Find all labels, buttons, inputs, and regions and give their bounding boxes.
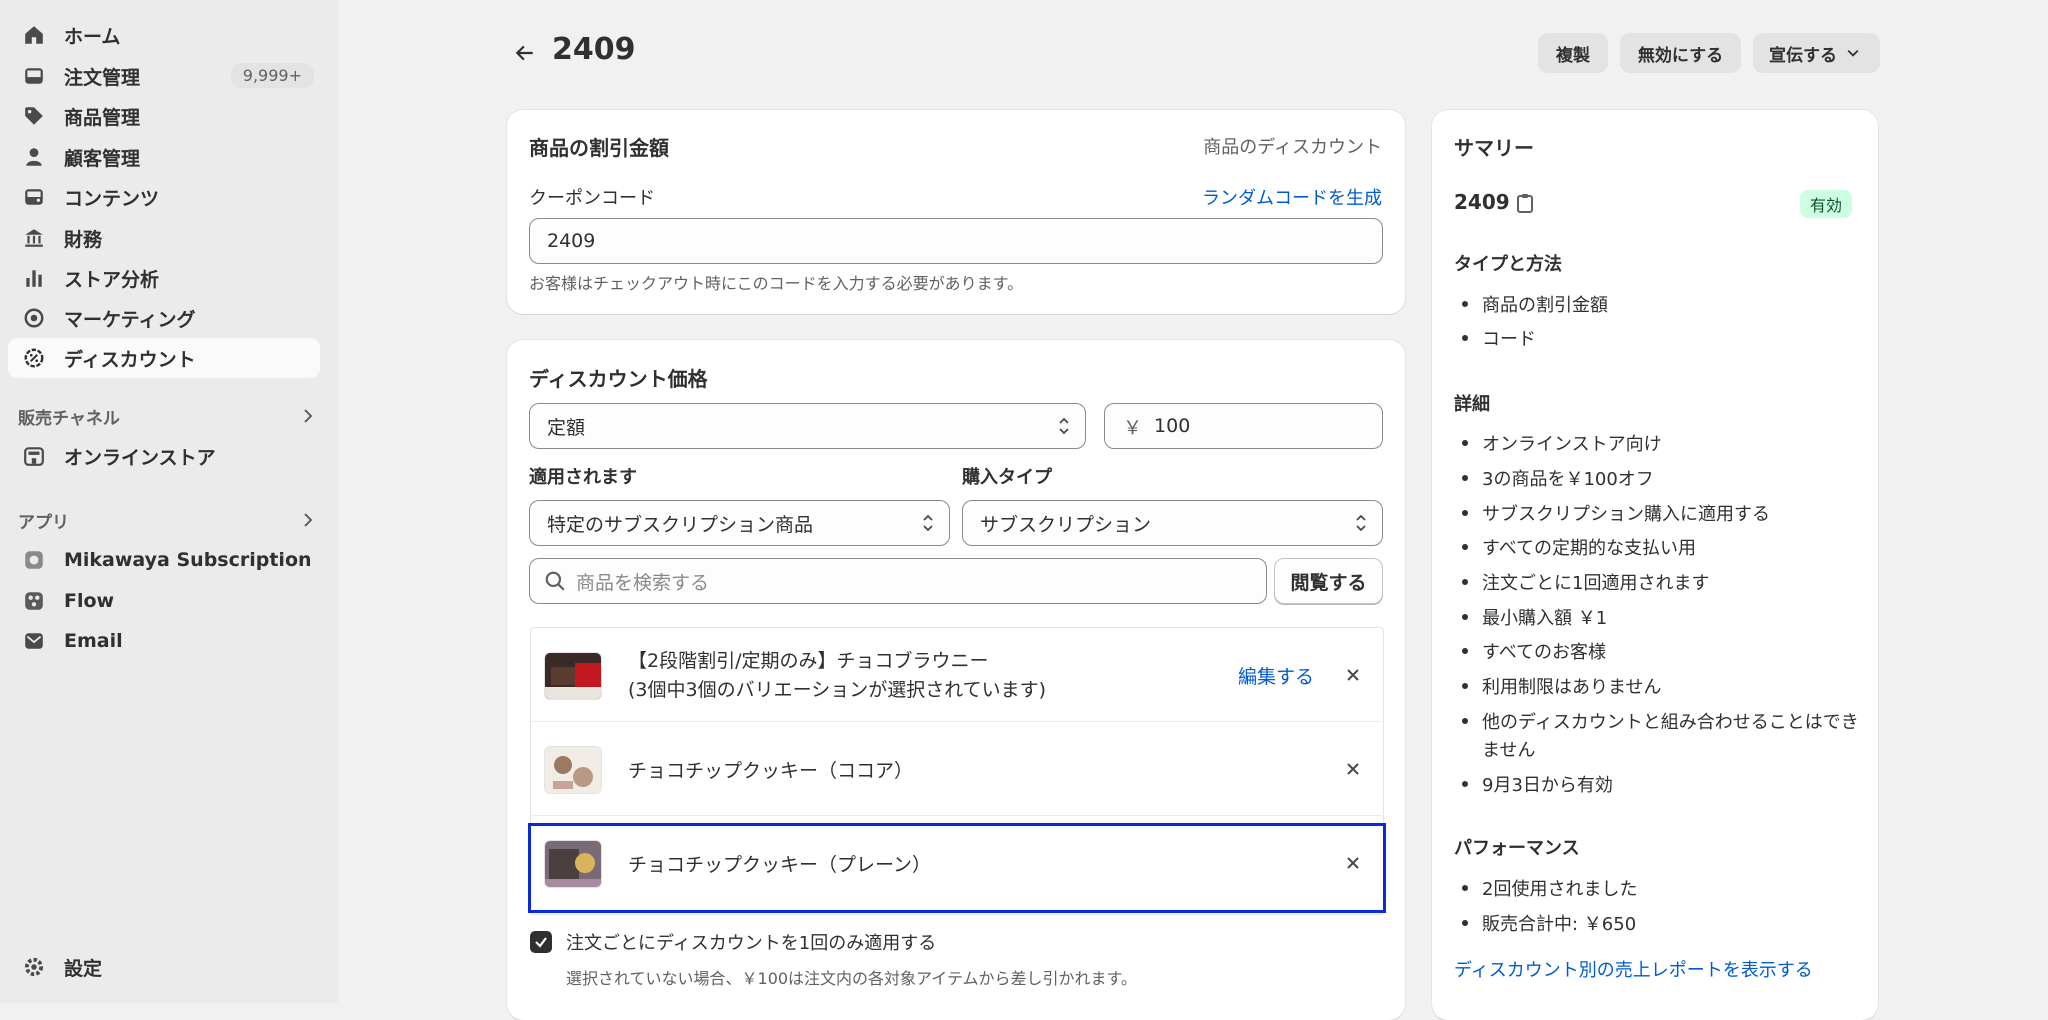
discount-icon [22,346,46,370]
copy-icon[interactable] [1516,192,1536,214]
apps-section[interactable]: アプリ [18,505,318,535]
bank-icon [22,226,46,250]
list-item: コード [1462,325,1536,351]
deactivate-button[interactable]: 無効にする [1620,33,1741,73]
coupon-help-text: お客様はチェックアウト時にこのコードを入力する必要があります。 [529,274,1024,293]
sidebar-item-finance[interactable]: 財務 [8,218,320,258]
remove-product-button[interactable] [1342,664,1364,686]
list-item: 9月3日から有効 [1462,771,1613,797]
variant-info: (3個中3個のバリエーションが選択されています) [628,679,1047,701]
sales-report-link[interactable]: ディスカウント別の売上レポートを表示する [1454,956,1813,982]
sidebar-item-customers[interactable]: 顧客管理 [8,137,320,177]
tag-icon [22,104,46,128]
gear-icon [22,955,46,979]
discount-type-label: 商品のディスカウント [1203,137,1382,158]
sidebar-item-home[interactable]: ホーム [8,15,320,55]
inbox-icon [22,64,46,88]
store-icon [22,444,46,468]
promote-button[interactable]: 宣伝する [1753,33,1880,73]
sidebar-item-analytics[interactable]: ストア分析 [8,258,320,298]
list-item: 商品の割引金額 [1462,291,1608,317]
select-chevron-icon [923,514,933,532]
amount-input[interactable]: ￥ 100 [1104,403,1383,449]
search-icon [545,571,565,591]
list-item: 3の商品を￥100オフ [1462,465,1654,491]
close-icon [1347,763,1359,775]
orders-count-badge: 9,999+ [230,63,314,88]
summary-title: サマリー [1454,136,1534,160]
card-title: 商品の割引金額 [529,136,669,160]
chevron-down-icon [1847,49,1859,57]
sidebar-item-marketing[interactable]: マーケティング [8,298,320,338]
remove-product-button[interactable] [1342,758,1364,780]
product-search-input[interactable]: 商品を検索する [529,558,1267,604]
list-item: 【2段階割引/定期のみ】チョコブラウニー (3個中3個のバリエーションが選択され… [530,628,1382,722]
app-icon [22,548,46,572]
coupon-code-input[interactable]: 2409 [529,218,1383,264]
select-chevron-icon [1059,417,1069,435]
bar-chart-icon [22,266,46,290]
sidebar-item-app-mikawaya[interactable]: Mikawaya Subscription [8,540,320,580]
sidebar-item-app-email[interactable]: Email [8,621,320,661]
performance-heading: パフォーマンス [1454,838,1580,859]
focus-highlight [528,823,1386,913]
edit-product-link[interactable]: 編集する [1238,662,1314,689]
page-title: 2409 [552,32,636,67]
close-icon [1347,669,1359,681]
list-item: サブスクリプション購入に適用する [1462,500,1770,526]
duplicate-button[interactable]: 複製 [1538,33,1608,73]
once-per-order-help: 選択されていない場合、￥100は注文内の各対象アイテムから差し引かれます。 [566,969,1137,988]
product-thumbnail [544,746,602,794]
checkmark-icon [535,937,547,948]
list-item: すべてのお客様 [1461,638,1606,664]
value-type-select[interactable]: 定額 [529,403,1086,449]
card-title: ディスカウント価格 [529,367,708,391]
generate-code-link[interactable]: ランダムコードを生成 [1202,184,1382,210]
sidebar-item-discounts[interactable]: ディスカウント [8,338,320,378]
sidebar-item-content[interactable]: コンテンツ [8,177,320,217]
list-item: 最小購入額 ￥1 [1461,604,1607,630]
type-heading: タイプと方法 [1454,254,1562,275]
sidebar-item-settings[interactable]: 設定 [8,947,320,987]
coupon-code-label: クーポンコード [529,188,655,209]
list-item: 注文ごとに1回適用されます [1461,569,1709,595]
once-per-order-checkbox[interactable] [530,931,552,953]
image-icon [22,185,46,209]
applies-to-label: 適用されます [529,467,637,488]
list-item: オンラインストア向け [1462,430,1662,456]
home-icon [22,23,46,47]
arrow-left-icon [515,45,533,61]
sales-channels-section[interactable]: 販売チャネル [18,401,318,431]
chevron-right-icon [304,513,313,527]
list-item: すべての定期的な支払い用 [1461,534,1696,560]
list-item: 販売合計中: ￥650 [1461,910,1636,936]
sidebar-item-app-flow[interactable]: Flow [8,581,320,621]
list-item-continued: ません [1482,740,1536,761]
target-icon [22,306,46,330]
browse-button[interactable]: 閲覧する [1274,558,1383,604]
list-item: 2回使用されました [1461,875,1637,901]
select-chevron-icon [1356,514,1366,532]
purchase-type-label: 購入タイプ [962,467,1052,488]
purchase-type-select[interactable]: サブスクリプション [962,500,1383,546]
person-icon [22,145,46,169]
status-badge: 有効 [1800,190,1853,218]
flow-icon [22,589,46,613]
product-thumbnail [544,652,602,700]
summary-code: 2409 [1454,190,1510,214]
list-item: チョコチップクッキー（ココア） [530,722,1382,816]
sidebar-item-orders[interactable]: 注文管理 9,999+ [8,56,320,96]
sidebar: ホーム 注文管理 9,999+ 商品管理 顧客管理 コンテンツ 財務 ストア分析… [0,0,338,1003]
applies-to-select[interactable]: 特定のサブスクリプション商品 [529,500,950,546]
list-item: 利用制限はありません [1461,673,1661,699]
list-item: 他のディスカウントと組み合わせることはでき [1462,708,1859,734]
sidebar-item-online-store[interactable]: オンラインストア [8,436,320,476]
chevron-right-icon [304,409,313,423]
back-button[interactable] [510,38,540,68]
email-icon [22,629,46,653]
details-heading: 詳細 [1454,394,1490,415]
currency-prefix: ￥ [1123,416,1143,439]
sidebar-item-products[interactable]: 商品管理 [8,96,320,136]
once-per-order-label: 注文ごとにディスカウントを1回のみ適用する [566,933,937,954]
